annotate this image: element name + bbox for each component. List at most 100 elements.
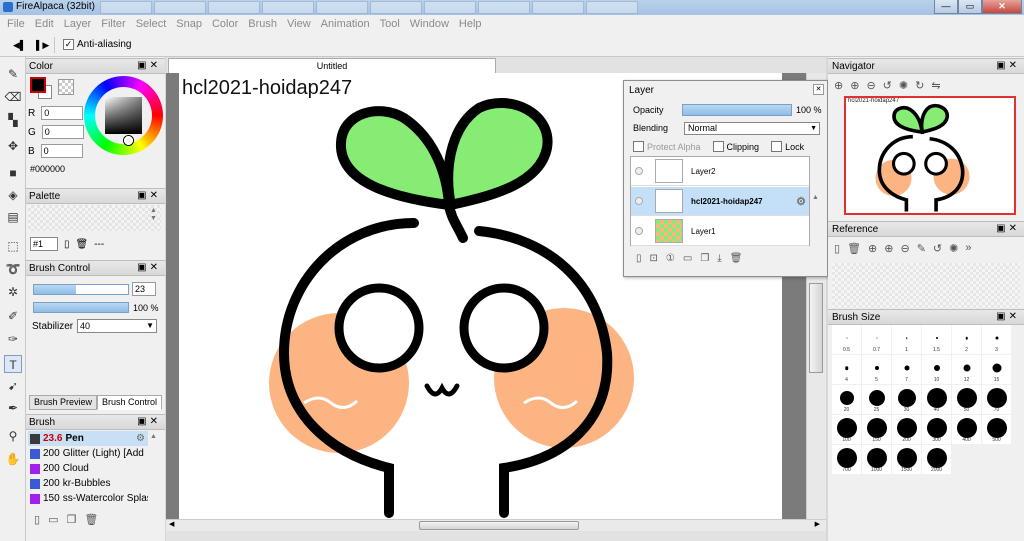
menu-tool[interactable]: Tool <box>376 15 406 33</box>
new-brush-icon[interactable]: ▯ <box>34 513 40 526</box>
minimize-button[interactable]: — <box>934 0 958 14</box>
r-input[interactable]: 0 <box>41 106 84 120</box>
new-8bit-layer-icon[interactable]: ⊡ <box>650 253 658 264</box>
panel-controls[interactable]: ▣✕ <box>996 223 1020 234</box>
visibility-icon[interactable] <box>635 167 643 175</box>
gear-icon[interactable]: ⚙ <box>796 195 806 208</box>
duplicate-icon[interactable]: ❐ <box>66 513 76 526</box>
reset-rotation-icon[interactable]: ✺ <box>899 79 908 92</box>
magic-wand-icon[interactable]: ✲ <box>4 283 22 301</box>
pen-tool-icon[interactable]: ✎ <box>4 65 22 83</box>
vertical-scroll-thumb[interactable] <box>809 283 823 373</box>
operation-tool-icon[interactable]: ➹ <box>4 377 22 395</box>
merge-down-icon[interactable]: ⤓ <box>717 253 721 264</box>
brush-size-cell[interactable]: 70 <box>982 385 1011 414</box>
menu-select[interactable]: Select <box>132 15 173 33</box>
layer-row[interactable]: hcl2021-hoidap247 ⚙ <box>631 187 809 216</box>
duplicate-layer-icon[interactable]: ❐ <box>700 253 709 264</box>
delete-layer-icon[interactable]: 🗑 <box>730 253 743 264</box>
brush-size-cell[interactable]: 20 <box>832 385 861 414</box>
color-picker-handle[interactable] <box>124 136 133 145</box>
reference-preview[interactable] <box>832 263 1020 309</box>
menu-filter[interactable]: Filter <box>97 15 131 33</box>
delete-reference-icon[interactable]: 🗑 <box>847 242 861 255</box>
panel-controls[interactable]: ▣✕ <box>137 190 161 201</box>
scroll-left-arrow[interactable]: ◀ <box>169 520 174 528</box>
bucket-tool-icon[interactable]: ◈ <box>4 186 22 204</box>
menu-layer[interactable]: Layer <box>60 15 98 33</box>
zoom-fit-icon[interactable]: ⊕ <box>868 242 877 255</box>
new-folder-icon[interactable]: ▭ <box>683 253 692 264</box>
text-tool-icon[interactable]: T <box>4 355 22 373</box>
eyedropper-icon[interactable]: ⚲ <box>4 427 22 445</box>
brush-size-cell[interactable]: 5 <box>862 355 891 384</box>
clipping-option[interactable]: Clipping <box>712 141 759 152</box>
protect-alpha-checkbox[interactable] <box>633 141 644 152</box>
lock-option[interactable]: Lock <box>771 141 804 152</box>
zoom-out-icon[interactable]: ⊖ <box>900 242 909 255</box>
zoom-in-icon[interactable]: ⊕ <box>850 79 859 92</box>
select-tool-icon[interactable]: ⬚ <box>4 237 22 255</box>
panel-controls[interactable]: ▣✕ <box>137 60 161 71</box>
menu-brush[interactable]: Brush <box>244 15 283 33</box>
reset-rotation-icon[interactable]: ✺ <box>949 242 958 255</box>
tab-brush-preview[interactable]: Brush Preview <box>29 395 98 410</box>
navigator-preview[interactable]: hcl2021-hoidap247 <box>844 96 1016 215</box>
menu-view[interactable]: View <box>283 15 317 33</box>
layer-opacity-slider[interactable] <box>682 104 792 116</box>
brush-list-scrollbar[interactable]: ▲ <box>150 433 158 503</box>
stabilizer-select[interactable]: 40 ▼ <box>77 319 157 333</box>
menu-help[interactable]: Help <box>455 15 488 33</box>
saturation-value-square[interactable] <box>105 97 142 134</box>
brush-size-cell[interactable]: 100 <box>832 415 861 444</box>
brush-size-cell[interactable]: 30 <box>892 385 921 414</box>
document-tab[interactable]: Untitled <box>168 58 496 73</box>
g-input[interactable]: 0 <box>41 125 84 139</box>
brush-size-cell[interactable]: 500 <box>982 415 1011 444</box>
eyedropper-icon[interactable]: ✎ <box>917 242 926 255</box>
brush-size-cell[interactable]: 10 <box>922 355 951 384</box>
menu-color[interactable]: Color <box>208 15 244 33</box>
more-icon[interactable]: » <box>965 242 971 255</box>
new-1bit-layer-icon[interactable]: ① <box>666 253 675 264</box>
brush-size-slider[interactable] <box>33 284 129 295</box>
brush-item[interactable]: 200 Cloud <box>28 461 148 476</box>
lasso-tool-icon[interactable]: ➰ <box>4 260 22 278</box>
hand-tool-icon[interactable]: ✋ <box>4 450 22 468</box>
layer-row[interactable]: Layer1 <box>631 217 809 246</box>
rotate-right-icon[interactable]: ↻ <box>915 79 924 92</box>
brush-size-cell[interactable]: 4 <box>832 355 861 384</box>
brush-size-cell[interactable]: 0.7 <box>862 325 891 354</box>
brush-size-cell[interactable]: 50 <box>952 385 981 414</box>
canvas-horizontal-scrollbar[interactable]: ◀ ▶ <box>166 519 826 531</box>
zoom-fit-icon[interactable]: ⊕ <box>834 79 843 92</box>
tab-brush-control[interactable]: Brush Control <box>97 395 163 410</box>
brush-size-cell[interactable]: 7 <box>892 355 921 384</box>
zoom-out-icon[interactable]: ⊖ <box>866 79 875 92</box>
delete-palette-icon[interactable]: 🗑 <box>76 239 89 250</box>
brush-size-cell[interactable]: 700 <box>832 445 861 474</box>
brush-size-cell[interactable]: 400 <box>952 415 981 444</box>
maximize-button[interactable]: ▭ <box>958 0 982 14</box>
brush-size-cell[interactable]: 2 <box>952 325 981 354</box>
select-eraser-icon[interactable]: ✑ <box>4 330 22 348</box>
new-layer-icon[interactable]: ▯ <box>636 253 642 264</box>
brush-size-cell[interactable]: 1500 <box>892 445 921 474</box>
color-wheel[interactable] <box>84 76 163 155</box>
brush-size-cell[interactable]: 1.5 <box>922 325 951 354</box>
rotate-left-icon[interactable]: ↺ <box>883 79 892 92</box>
brush-item[interactable]: 200 Glitter (Light) [Add <box>28 446 148 461</box>
brush-size-cell[interactable]: 12 <box>952 355 981 384</box>
palette-select[interactable]: #1 <box>30 237 58 251</box>
close-icon[interactable]: ✕ <box>813 84 824 95</box>
blending-select[interactable]: Normal ▼ <box>684 122 820 135</box>
menu-snap[interactable]: Snap <box>172 15 208 33</box>
brush-size-value[interactable]: 23 <box>132 282 156 296</box>
panel-controls[interactable]: ▣✕ <box>137 262 161 273</box>
brush-item[interactable]: 23.6 Pen ⚙ <box>28 431 148 446</box>
folder-icon[interactable]: ▭ <box>48 513 58 526</box>
brush-size-cell[interactable]: 300 <box>922 415 951 444</box>
next-frame-icon[interactable]: ▌▶ <box>36 39 49 51</box>
brush-size-cell[interactable]: 200 <box>892 415 921 444</box>
move-tool-icon[interactable]: ✥ <box>4 137 22 155</box>
